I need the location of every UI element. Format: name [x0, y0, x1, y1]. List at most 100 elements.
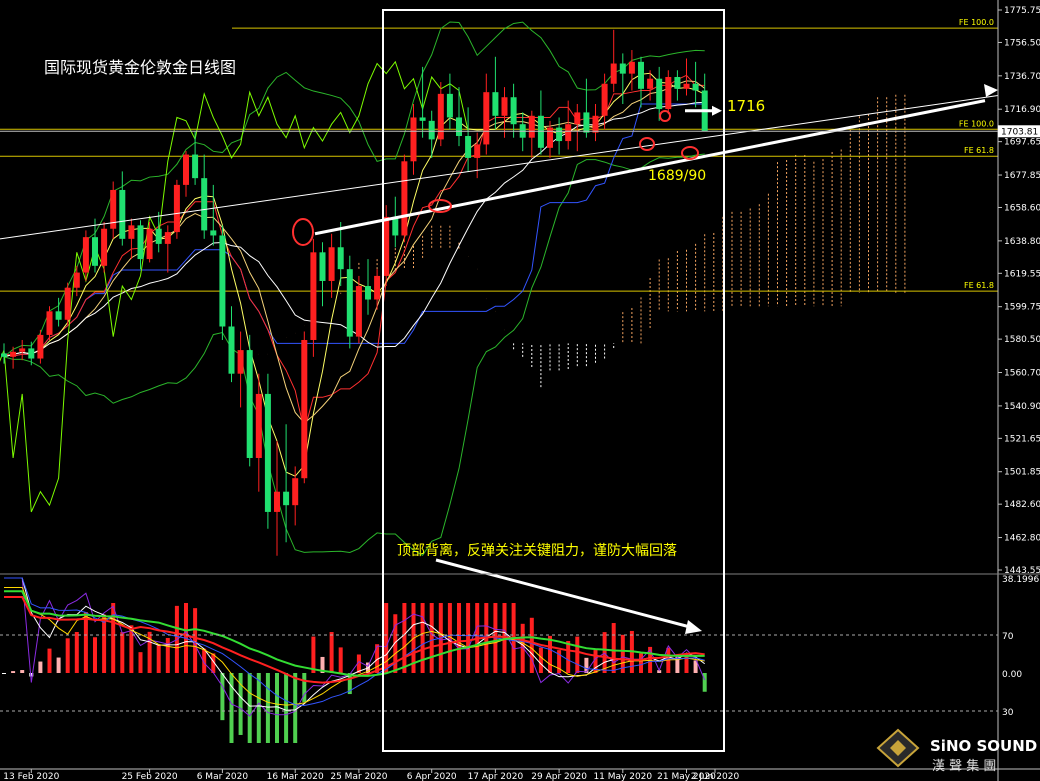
histogram-bar	[74, 631, 79, 673]
candle-body	[164, 232, 171, 244]
candle-body	[383, 216, 390, 276]
date-tick-label: 13 Feb 2020	[3, 772, 59, 781]
histogram-bar	[639, 653, 643, 673]
date-tick-label: 6 Apr 2020	[407, 772, 457, 781]
histogram-bar	[457, 603, 461, 673]
price-tick-label: 1580.50	[1004, 335, 1040, 345]
candle-body	[237, 350, 244, 374]
candle-body	[683, 83, 690, 89]
histogram-bar	[429, 603, 434, 673]
histogram-bar	[529, 617, 534, 673]
candle-body	[565, 124, 572, 142]
candle-body	[474, 144, 481, 158]
brand-name: SiNO SOUND	[930, 737, 1037, 755]
candle-body	[374, 275, 381, 300]
histogram-bar	[566, 640, 571, 673]
price-tick-label: 1736.70	[1004, 72, 1040, 82]
date-tick-label: 17 Apr 2020	[468, 772, 524, 781]
candle-body	[628, 61, 635, 74]
oscillator-tick-label: 30	[1002, 708, 1014, 718]
current-price-label: 1703.81	[1001, 127, 1038, 137]
histogram-bar	[284, 673, 289, 743]
fib-level-label: FE 100.0	[959, 18, 994, 27]
histogram-bar	[548, 635, 552, 673]
divergence-note: 顶部背离，反弹关注关键阻力，谨防大幅回落	[397, 542, 677, 559]
histogram-bar	[575, 636, 580, 673]
candle-body	[483, 92, 490, 145]
candle-body	[283, 491, 290, 506]
price-tick-label: 1716.90	[1004, 105, 1040, 115]
candle-body	[583, 112, 590, 133]
price-tick-label: 1560.70	[1004, 369, 1040, 379]
candle-body	[146, 228, 153, 260]
date-tick-label: 16 Mar 2020	[267, 772, 324, 781]
chart-title: 国际现货黄金伦敦金日线图	[44, 58, 236, 77]
histogram-bar	[584, 657, 589, 673]
histogram-bar	[265, 673, 270, 743]
candle-body	[192, 154, 199, 179]
histogram-bar	[193, 608, 198, 673]
histogram-bar	[111, 603, 116, 673]
candle-body	[274, 491, 280, 512]
candle-body	[665, 77, 672, 110]
histogram-bar	[11, 671, 16, 673]
candle-body	[246, 350, 253, 458]
histogram-bar	[20, 670, 25, 673]
date-tick-label: 6 Mar 2020	[197, 772, 249, 781]
candle-body	[692, 83, 699, 91]
candle-body	[656, 78, 663, 110]
fib-level-label: FE 61.8	[964, 146, 994, 155]
candle-body	[183, 154, 189, 185]
histogram-bar	[247, 673, 252, 743]
price-tick-label: 1501.85	[1004, 468, 1040, 478]
candle-body	[137, 225, 144, 260]
candle-body	[638, 61, 644, 89]
histogram-bar	[420, 603, 425, 673]
price-tick-label: 1697.65	[1004, 138, 1040, 148]
date-tick-label: 25 Mar 2020	[330, 772, 387, 781]
candle-body	[610, 63, 617, 84]
histogram-bar	[65, 638, 70, 673]
price-tick-label: 1521.65	[1004, 434, 1040, 444]
histogram-bar	[47, 648, 52, 673]
candle-body	[255, 393, 262, 458]
candle-body	[128, 225, 135, 239]
candle-body	[46, 311, 53, 335]
candle-body	[292, 478, 299, 506]
candle-body	[419, 117, 426, 121]
price-tick-label: 1756.50	[1004, 38, 1040, 48]
gold-daily-chart: FE 100.0 FE 100.0 FE 61.8 FE 61.8 1775.75 17…	[0, 0, 1040, 781]
histogram-bar	[138, 652, 143, 673]
candle-body	[210, 230, 217, 236]
candle-body	[319, 252, 326, 281]
candle-body	[101, 228, 108, 266]
candle-body	[365, 286, 371, 300]
candle-body	[337, 247, 344, 270]
candle-body	[437, 93, 444, 140]
histogram-bar	[83, 612, 88, 673]
candle-body	[55, 311, 62, 320]
candle-body	[119, 189, 126, 239]
candle-body	[201, 178, 208, 231]
support-label: 1689/90	[648, 168, 706, 184]
candle-body	[228, 326, 235, 374]
candle-body	[619, 63, 626, 74]
price-tick-label: 1462.80	[1004, 534, 1040, 544]
price-tick-label: 1599.75	[1004, 303, 1040, 313]
histogram-bar	[275, 673, 279, 743]
candle-body	[528, 115, 535, 138]
candle-body	[264, 393, 271, 512]
resistance-label: 1716	[727, 97, 765, 115]
candle-body	[537, 115, 544, 148]
histogram-bar	[102, 614, 107, 673]
candle-body	[73, 272, 80, 288]
date-tick-label: 2 Jun 2020	[691, 772, 740, 781]
oscillator-tick-label: 70	[1002, 632, 1014, 642]
candle-body	[446, 93, 453, 118]
candle-body	[173, 184, 180, 233]
histogram-bar	[156, 644, 161, 673]
histogram-bar	[229, 673, 234, 743]
fib-level-label: FE 61.8	[964, 281, 994, 290]
histogram-bar	[466, 603, 471, 673]
histogram-bar	[56, 657, 61, 673]
